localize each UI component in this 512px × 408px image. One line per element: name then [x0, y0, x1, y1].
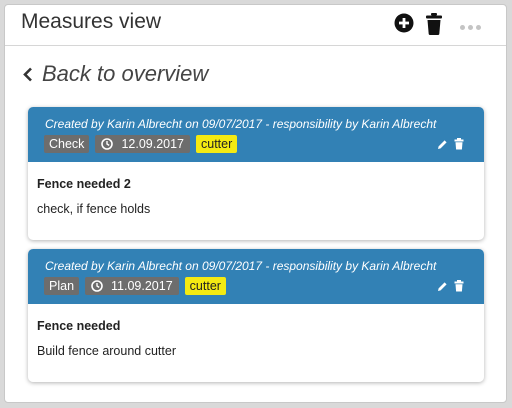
edit-icon[interactable]	[437, 139, 448, 150]
back-link-label: Back to overview	[42, 61, 209, 86]
measure-meta: Created by Karin Albrecht on 09/07/2017 …	[45, 117, 437, 131]
measure-actions	[431, 138, 464, 150]
measure-card: Created by Karin Albrecht on 09/07/2017 …	[28, 107, 484, 240]
edit-icon[interactable]	[437, 281, 448, 292]
clock-icon	[101, 138, 114, 150]
measure-type-badge: Check	[44, 135, 90, 153]
measure-tag[interactable]: cutter	[196, 135, 238, 153]
measure-date-badge: 11.09.2017	[85, 277, 179, 295]
measure-title: Fence needed 2	[37, 177, 131, 191]
measure-description: check, if fence holds	[37, 202, 151, 216]
page-title: Measures view	[21, 10, 162, 33]
measure-date: 12.09.2017	[121, 137, 184, 151]
chevron-left-icon	[23, 67, 32, 81]
measure-tags: Check 12.09.2017 cutter	[44, 135, 238, 153]
measure-card: Created by Karin Albrecht on 09/07/2017 …	[28, 249, 484, 382]
trash-icon[interactable]	[425, 13, 443, 40]
measure-tags: Plan 11.09.2017 cutter	[44, 277, 226, 295]
measure-card-header: Created by Karin Albrecht on 09/07/2017 …	[28, 107, 484, 162]
measure-date-badge: 12.09.2017	[95, 135, 190, 153]
more-horizontal-icon[interactable]	[460, 17, 484, 35]
measure-date: 11.09.2017	[111, 279, 173, 293]
measures-panel: Measures view Back to overview Created b…	[4, 4, 507, 403]
trash-icon[interactable]	[454, 138, 464, 150]
back-to-overview-link[interactable]: Back to overview	[23, 61, 208, 87]
measure-actions	[431, 280, 464, 292]
panel-header: Measures view	[5, 5, 506, 46]
measure-tag[interactable]: cutter	[184, 277, 226, 295]
clock-icon	[91, 280, 103, 292]
trash-icon[interactable]	[454, 280, 464, 292]
measure-title: Fence needed	[37, 319, 121, 333]
measure-description: Build fence around cutter	[37, 344, 176, 358]
measure-type-badge: Plan	[44, 277, 80, 295]
measure-card-header: Created by Karin Albrecht on 09/07/2017 …	[28, 249, 484, 304]
plus-circle-icon[interactable]	[394, 13, 414, 38]
measure-meta: Created by Karin Albrecht on 09/07/2017 …	[45, 259, 437, 273]
